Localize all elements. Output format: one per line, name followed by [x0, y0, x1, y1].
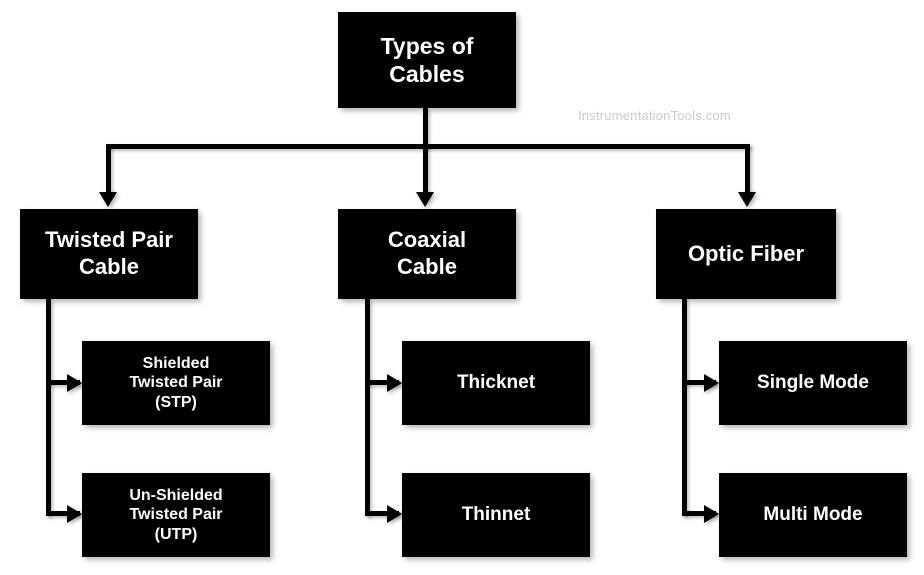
connector-spine-optic-fiber — [682, 299, 687, 516]
node-stp-line1: Shielded — [142, 354, 210, 372]
arrowhead-thicknet — [387, 374, 402, 392]
arrowhead-stp — [67, 374, 82, 392]
diagram-canvas: Types of Cables Twisted Pair Cable Coaxi… — [0, 0, 924, 575]
node-thicknet-label: Thicknet — [456, 372, 536, 394]
node-single-mode: Single Mode — [719, 341, 907, 425]
node-single-mode-label: Single Mode — [757, 372, 869, 394]
arrowhead-utp — [67, 505, 82, 523]
node-utp-line1: Un-Shielded — [129, 486, 223, 504]
node-thicknet: Thicknet — [402, 341, 590, 425]
node-stp-line3: (STP) — [155, 393, 197, 411]
connector-root-stem — [423, 108, 428, 148]
arrowhead-thinnet — [387, 505, 402, 523]
node-unshielded-twisted-pair: Un-Shielded Twisted Pair (UTP) — [82, 473, 270, 557]
arrowhead-multi-mode — [704, 505, 719, 523]
node-twisted-pair-cable: Twisted Pair Cable — [20, 209, 198, 299]
connector-spine-twisted-pair — [46, 299, 51, 516]
connector-drop-optic-fiber — [745, 144, 750, 194]
node-multi-mode-label: Multi Mode — [763, 504, 863, 526]
node-thinnet-label: Thinnet — [461, 504, 531, 526]
node-optic-fiber: Optic Fiber — [656, 209, 836, 299]
node-root-line1: Types of — [380, 32, 474, 59]
node-shielded-twisted-pair: Shielded Twisted Pair (STP) — [82, 341, 270, 425]
connector-drop-coaxial — [423, 144, 428, 194]
connector-spine-coaxial — [365, 299, 370, 516]
arrowhead-twisted-pair — [99, 192, 117, 207]
node-thinnet: Thinnet — [402, 473, 590, 557]
arrowhead-single-mode — [704, 374, 719, 392]
connector-horizontal-bus — [106, 144, 750, 149]
watermark: InstrumentationTools.com — [578, 108, 731, 123]
node-multi-mode: Multi Mode — [719, 473, 907, 557]
node-stp-line2: Twisted Pair — [129, 374, 223, 392]
connector-drop-twisted-pair — [106, 144, 111, 194]
node-twisted-pair-line1: Twisted Pair — [45, 227, 173, 253]
node-root-line2: Cables — [389, 61, 465, 87]
node-utp-line3: (UTP) — [154, 525, 198, 543]
node-types-of-cables: Types of Cables — [338, 12, 516, 108]
node-utp-line2: Twisted Pair — [129, 506, 223, 524]
node-coaxial-cable: Coaxial Cable — [338, 209, 516, 299]
node-twisted-pair-line2: Cable — [79, 254, 139, 279]
arrowhead-coaxial — [416, 192, 434, 207]
arrowhead-optic-fiber — [738, 192, 756, 207]
node-coaxial-line2: Cable — [397, 254, 457, 279]
node-optic-fiber-line1: Optic Fiber — [687, 240, 805, 266]
node-coaxial-line1: Coaxial — [387, 227, 467, 253]
